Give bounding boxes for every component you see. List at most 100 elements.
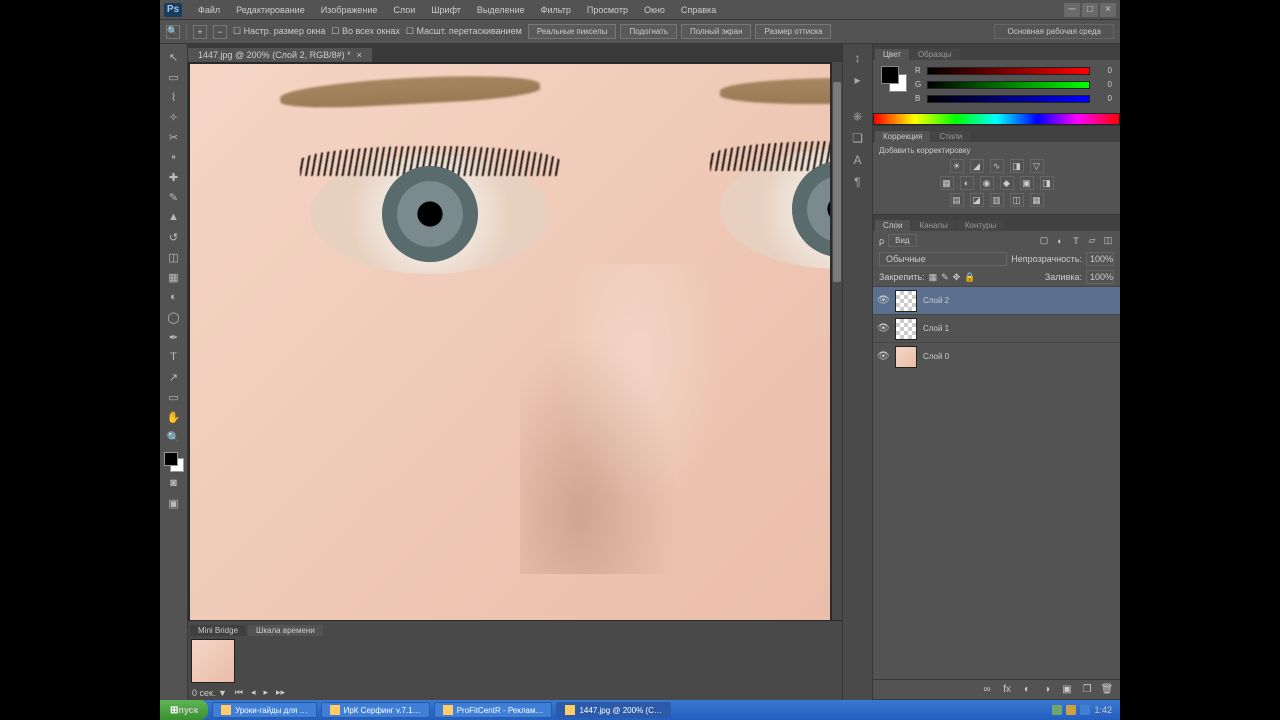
adj-map-icon[interactable]: ▦	[1030, 193, 1044, 207]
type-tool[interactable]: T	[163, 348, 185, 366]
fgbg-swatch[interactable]	[881, 66, 907, 92]
menu-Файл[interactable]: Файл	[190, 3, 228, 17]
adj-poster-icon[interactable]: ▤	[950, 193, 964, 207]
taskbar-button[interactable]: 1447.jpg @ 200% (С…	[556, 702, 670, 718]
all-windows-checkbox[interactable]: ☐ Во всех окнах	[331, 26, 400, 37]
color-slider[interactable]	[927, 67, 1090, 75]
filter-type-icon[interactable]: T	[1070, 235, 1082, 247]
close-button[interactable]: ×	[1100, 3, 1116, 17]
delete-layer-icon[interactable]: 🗑	[1100, 683, 1114, 697]
quickmask-toggle[interactable]: ◙	[163, 474, 185, 492]
lock-position-icon[interactable]: ✥	[953, 272, 961, 283]
fx-icon[interactable]: fx	[1000, 683, 1014, 697]
color-swatch[interactable]	[164, 452, 184, 472]
option-button[interactable]: Подогнать	[620, 24, 677, 39]
new-layer-icon[interactable]: ❐	[1080, 683, 1094, 697]
layer-thumbnail[interactable]	[895, 290, 917, 312]
taskbar-button[interactable]: ИрК Серфинг v.7.1…	[321, 702, 430, 718]
taskbar-button[interactable]: Уроки-гайды для …	[212, 702, 316, 718]
layer-row[interactable]: 👁Слой 0	[873, 342, 1120, 370]
menu-Шрифт[interactable]: Шрифт	[423, 3, 469, 17]
move-tool[interactable]: ↖	[163, 48, 185, 66]
lock-pixels-icon[interactable]: ✎	[941, 272, 949, 283]
blend-mode-select[interactable]: Обычные	[879, 252, 1007, 266]
adj-hue-icon[interactable]: ▦	[940, 176, 954, 190]
opacity-input[interactable]: 100%	[1086, 252, 1114, 266]
styles-tab[interactable]: Стили	[931, 131, 970, 142]
menu-Фильтр[interactable]: Фильтр	[533, 3, 579, 17]
filter-adjust-icon[interactable]: ◐	[1054, 235, 1066, 247]
workspace-selector[interactable]: Основная рабочая среда	[994, 24, 1114, 39]
taskbar-button[interactable]: ProFitCentR - Реклам…	[434, 702, 553, 718]
adj-curves-icon[interactable]: ∿	[990, 159, 1004, 173]
menu-Слои[interactable]: Слои	[385, 3, 423, 17]
color-tab[interactable]: Цвет	[875, 49, 909, 60]
lock-transparency-icon[interactable]: ▦	[929, 272, 938, 283]
gradient-tool[interactable]: ▦	[163, 268, 185, 286]
next-frame-icon[interactable]: ▸▸	[276, 687, 285, 698]
link-layers-icon[interactable]: ∞	[980, 683, 994, 697]
hand-tool[interactable]: ✋	[163, 408, 185, 426]
layer-row[interactable]: 👁Слой 1	[873, 314, 1120, 342]
frame-thumbnail[interactable]	[191, 639, 235, 683]
adj-levels-icon[interactable]: ◢	[970, 159, 984, 173]
filter-image-icon[interactable]: ▢	[1038, 235, 1050, 247]
start-button[interactable]: ⊞ пуск	[160, 700, 208, 720]
timeline-tab[interactable]: Шкала времени	[248, 625, 323, 636]
crop-tool[interactable]: ✂	[163, 128, 185, 146]
option-button[interactable]: Размер оттиска	[755, 24, 831, 39]
lock-all-icon[interactable]: 🔒	[964, 272, 975, 283]
marquee-tool[interactable]: ▭	[163, 68, 185, 86]
system-tray[interactable]: 1:42	[1044, 705, 1120, 715]
wand-tool[interactable]: ✧	[163, 108, 185, 126]
adj-exposure-icon[interactable]: ◨	[1010, 159, 1024, 173]
layer-row[interactable]: 👁Слой 2	[873, 286, 1120, 314]
fill-input[interactable]: 100%	[1086, 270, 1114, 284]
path-tool[interactable]: ↗	[163, 368, 185, 386]
rewind-icon[interactable]: ⏮	[235, 687, 243, 698]
minimize-button[interactable]: ─	[1064, 3, 1080, 17]
adj-photo-icon[interactable]: ◉	[980, 176, 994, 190]
shape-tool[interactable]: ▭	[163, 388, 185, 406]
brushes-panel-icon[interactable]: ⎈	[850, 108, 866, 124]
zoom-tool[interactable]: 🔍	[163, 428, 185, 446]
blur-tool[interactable]: ◐	[163, 288, 185, 306]
channels-tab[interactable]: Каналы	[911, 220, 955, 231]
adj-bw-icon[interactable]: ◐	[960, 176, 974, 190]
menu-Справка[interactable]: Справка	[673, 3, 724, 17]
document-tab[interactable]: 1447.jpg @ 200% (Слой 2, RGB/8#) * ×	[188, 48, 372, 62]
adj-grad-icon[interactable]: ▥	[990, 193, 1004, 207]
visibility-icon[interactable]: 👁	[877, 351, 889, 362]
zoom-in-icon[interactable]: +	[193, 25, 207, 39]
brush-presets-icon[interactable]: ❏	[850, 130, 866, 146]
vertical-scrollbar[interactable]	[832, 62, 842, 700]
resize-window-checkbox[interactable]: ☐ Настр. размер окна	[233, 26, 325, 37]
adj-mixer-icon[interactable]: ◆	[1000, 176, 1014, 190]
visibility-icon[interactable]: 👁	[877, 295, 889, 306]
layer-filter-select[interactable]: Вид	[888, 234, 916, 247]
adjustment-layer-icon[interactable]: ◑	[1040, 683, 1054, 697]
paragraph-panel-icon[interactable]: ¶	[850, 174, 866, 190]
heal-tool[interactable]: ✚	[163, 168, 185, 186]
filter-shape-icon[interactable]: ▱	[1086, 235, 1098, 247]
menu-Окно[interactable]: Окно	[636, 3, 673, 17]
option-button[interactable]: Полный экран	[681, 24, 751, 39]
color-slider[interactable]	[927, 95, 1090, 103]
zoom-out-icon[interactable]: −	[213, 25, 227, 39]
menu-Выделение[interactable]: Выделение	[469, 3, 533, 17]
adjustments-tab[interactable]: Коррекция	[875, 131, 930, 142]
adj-invert-icon[interactable]: ◨	[1040, 176, 1054, 190]
layer-thumbnail[interactable]	[895, 318, 917, 340]
character-panel-icon[interactable]: A	[850, 152, 866, 168]
play-icon[interactable]: ▸	[264, 687, 269, 698]
eyedropper-tool[interactable]: ⁌	[163, 148, 185, 166]
mask-icon[interactable]: ◐	[1020, 683, 1034, 697]
adj-thresh-icon[interactable]: ◪	[970, 193, 984, 207]
paths-tab[interactable]: Контуры	[957, 220, 1004, 231]
close-tab-icon[interactable]: ×	[357, 50, 362, 60]
history-brush-tool[interactable]: ↺	[163, 228, 185, 246]
visibility-icon[interactable]: 👁	[877, 323, 889, 334]
filter-smart-icon[interactable]: ◫	[1102, 235, 1114, 247]
maximize-button[interactable]: □	[1082, 3, 1098, 17]
swatches-tab[interactable]: Образцы	[910, 49, 960, 60]
